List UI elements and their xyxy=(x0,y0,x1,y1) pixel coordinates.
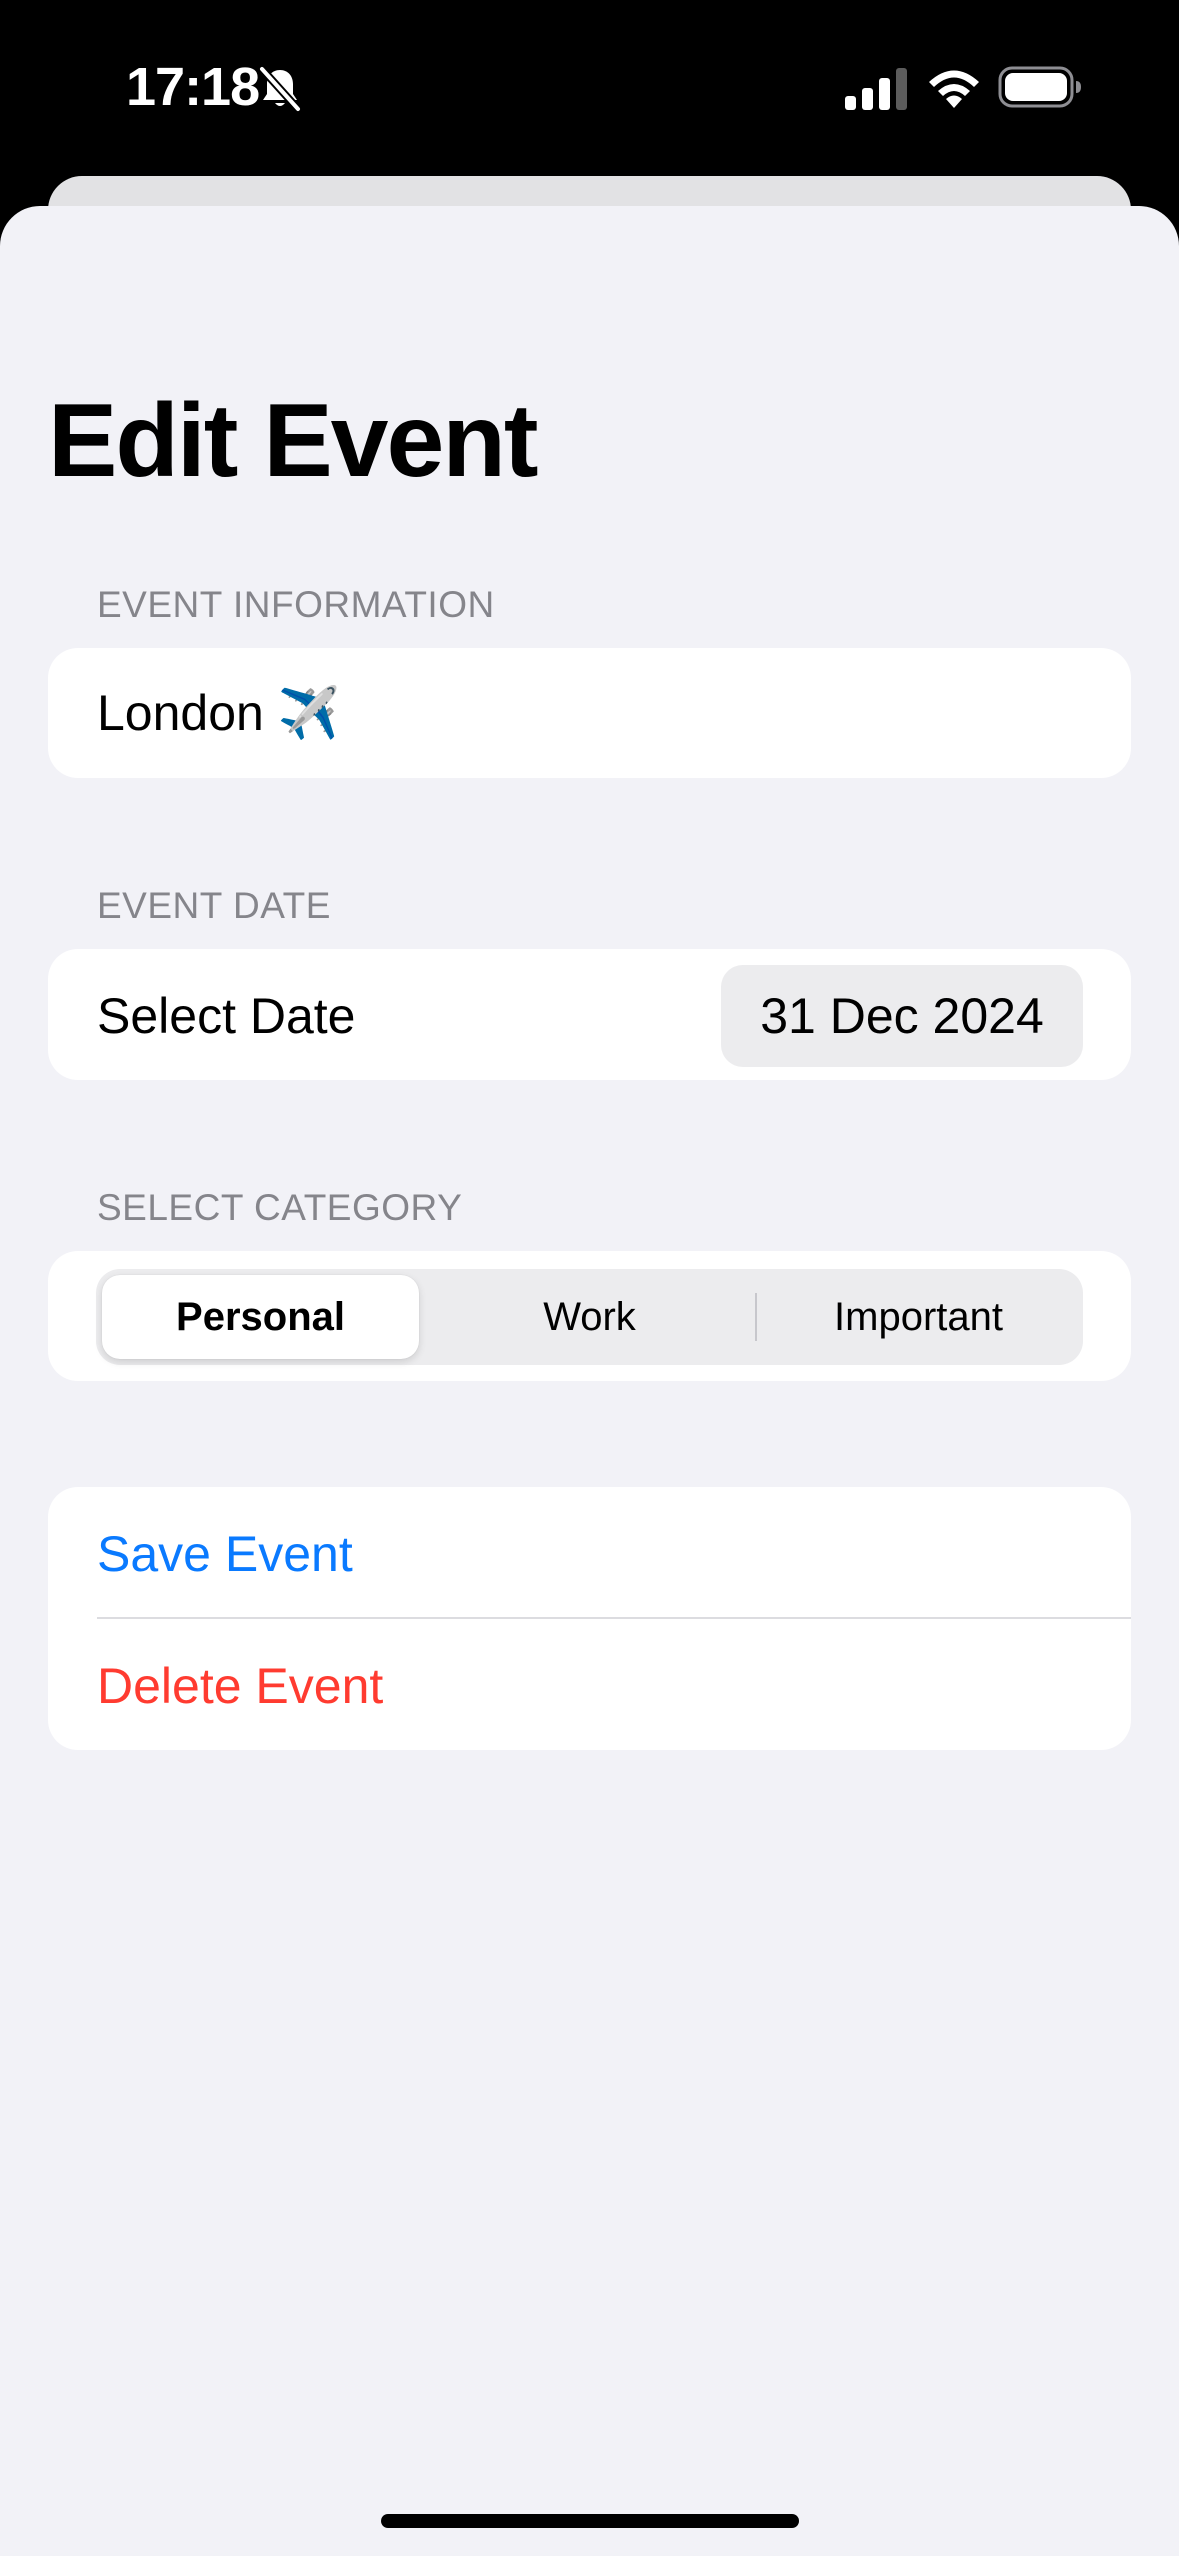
segment-label: Important xyxy=(834,1294,1003,1339)
select-date-label: Select Date xyxy=(97,988,356,1044)
category-segmented-control: Personal Work Important xyxy=(96,1269,1083,1365)
actions-divider xyxy=(97,1617,1131,1619)
event-information-header: EVENT INFORMATION xyxy=(97,584,495,625)
status-time: 17:18 xyxy=(126,57,260,117)
status-bar: 17:18 xyxy=(0,0,1179,175)
screen: 17:18 Edit Event EVENT INFORMATION Londo… xyxy=(0,0,1179,2556)
event-date-card: Select Date 31 Dec 2024 xyxy=(48,949,1131,1080)
segment-work[interactable]: Work xyxy=(431,1275,748,1359)
page-title: Edit Event xyxy=(48,383,539,499)
segment-divider xyxy=(755,1293,757,1341)
category-card: Personal Work Important xyxy=(48,1251,1131,1381)
event-date-header: EVENT DATE xyxy=(97,885,331,926)
save-event-button[interactable]: Save Event xyxy=(97,1525,353,1583)
segment-label: Work xyxy=(543,1294,636,1339)
segment-personal[interactable]: Personal xyxy=(102,1275,419,1359)
event-name-field[interactable] xyxy=(97,648,1057,778)
battery-icon xyxy=(998,66,1081,108)
wifi-icon xyxy=(929,70,979,108)
segment-label: Personal xyxy=(176,1294,345,1339)
delete-event-button[interactable]: Delete Event xyxy=(97,1657,383,1715)
date-value: 31 Dec 2024 xyxy=(760,988,1044,1044)
cellular-signal-icon xyxy=(845,68,907,110)
actions-card: Save Event Delete Event xyxy=(48,1487,1131,1750)
segment-important[interactable]: Important xyxy=(760,1275,1077,1359)
home-indicator xyxy=(381,2514,799,2528)
date-picker-button[interactable]: 31 Dec 2024 xyxy=(721,965,1083,1067)
bell-slash-icon xyxy=(259,66,301,112)
event-information-card xyxy=(48,648,1131,778)
select-category-header: SELECT CATEGORY xyxy=(97,1187,463,1228)
edit-event-sheet xyxy=(0,206,1179,2556)
